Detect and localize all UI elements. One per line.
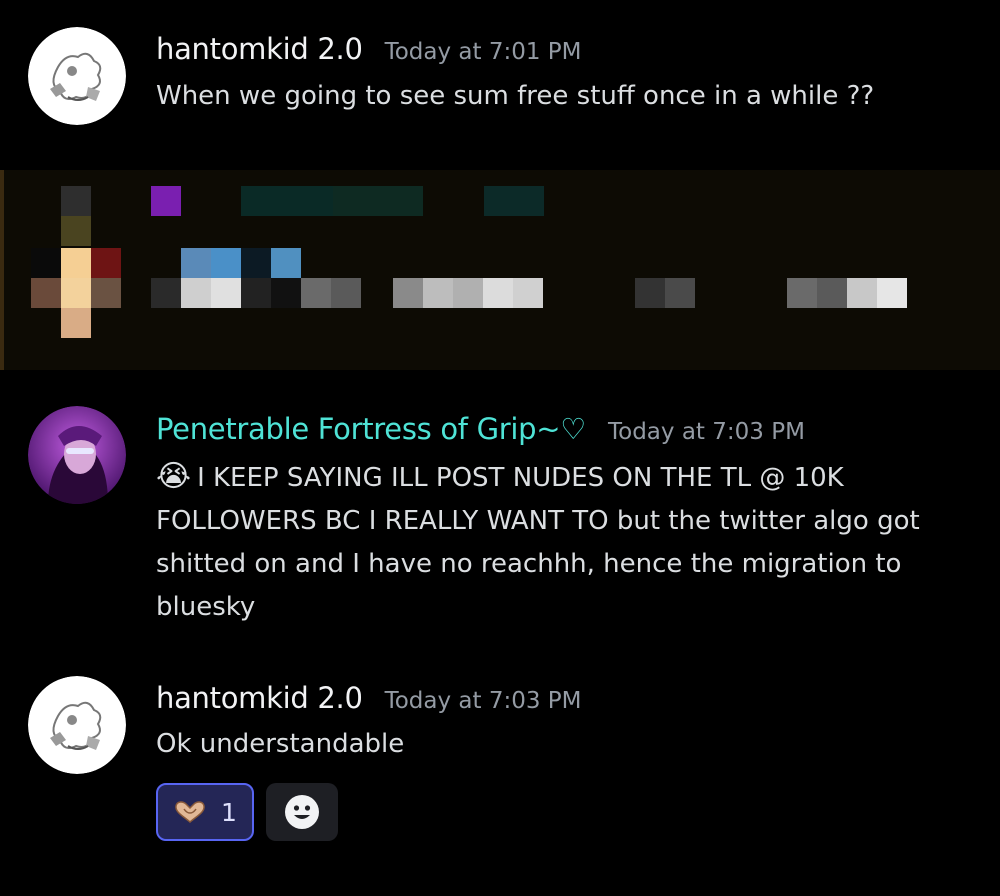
loudly-crying-emoji: 😭 [156,459,192,494]
avatar-image-icon [28,27,126,125]
username[interactable]: Penetrable Fortress of Grip~♡ [156,412,586,446]
message-text: When we going to see sum free stuff once… [156,81,875,111]
avatar-image-icon [28,406,126,504]
add-reaction-icon [285,795,319,829]
avatar[interactable] [28,27,126,125]
reaction-count: 1 [221,797,237,827]
timestamp[interactable]: Today at 7:03 PM [385,688,582,714]
username[interactable]: hantomkid 2.0 [156,32,363,66]
avatar-image-icon [28,676,126,774]
message-header: hantomkid 2.0 Today at 7:01 PM [156,32,582,66]
timestamp[interactable]: Today at 7:03 PM [608,419,805,445]
censored-embed [0,170,1000,370]
message-header: Penetrable Fortress of Grip~♡ Today at 7… [156,412,805,446]
timestamp[interactable]: Today at 7:01 PM [385,39,582,65]
message-text: 😭 I KEEP SAYING ILL POST NUDES ON THE TL … [156,455,976,629]
heart-hands-icon [175,801,205,823]
avatar[interactable] [28,676,126,774]
reactions-bar: 1 [156,783,338,841]
avatar[interactable] [28,406,126,504]
message-text: Ok understandable [156,729,405,759]
message-header: hantomkid 2.0 Today at 7:03 PM [156,681,582,715]
username[interactable]: hantomkid 2.0 [156,681,363,715]
message-text-body: I KEEP SAYING ILL POST NUDES ON THE TL @… [156,463,920,622]
add-reaction-button[interactable] [266,783,338,841]
reaction-heart-hands[interactable]: 1 [156,783,254,841]
